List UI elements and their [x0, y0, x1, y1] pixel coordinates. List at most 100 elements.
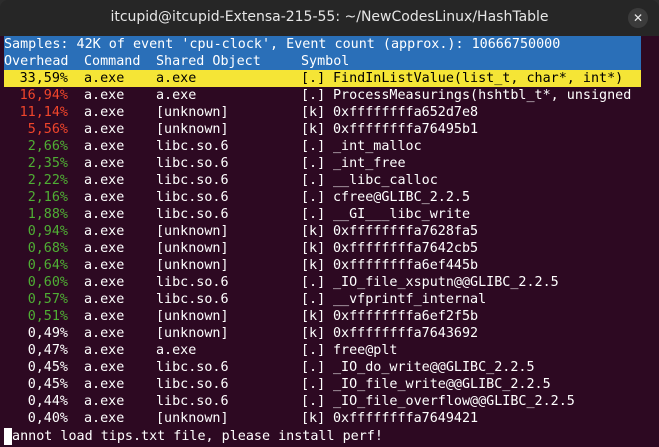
shared-object-cell: libc.so.6 [156, 173, 229, 188]
mode-cell: [k] [301, 309, 326, 324]
mode-cell: [k] [301, 122, 326, 137]
overhead-cell: 11,14% [19, 105, 68, 120]
shared-object-cell: a.exe [156, 88, 197, 103]
overhead-cell: 0,45% [27, 360, 68, 375]
shared-object-cell: libc.so.6 [156, 139, 229, 154]
command-cell: a.exe [84, 139, 125, 154]
table-row[interactable]: 2,22% a.exe libc.so.6 [.] __libc_calloc [4, 172, 641, 189]
shared-object-cell: libc.so.6 [156, 156, 229, 171]
command-cell: a.exe [84, 377, 125, 392]
table-row[interactable]: 33,59% a.exe a.exe [.] FindInListValue(list_… [4, 70, 641, 87]
mode-cell: [.] [301, 360, 326, 375]
command-cell: a.exe [84, 326, 125, 341]
symbol-cell: cfree@GLIBC_2.2.5 [333, 190, 471, 205]
overhead-cell: 0,44% [27, 394, 68, 409]
overhead-cell: 0,40% [27, 411, 68, 426]
command-cell: a.exe [84, 190, 125, 205]
mode-cell: [.] [301, 71, 326, 86]
close-button[interactable]: ✕ [628, 8, 648, 28]
command-cell: a.exe [84, 275, 125, 290]
table-row[interactable]: 16,94% a.exe a.exe [.] ProcessMeasurings(hsh… [4, 87, 641, 104]
mode-cell: [.] [301, 173, 326, 188]
overhead-cell: 0,68% [27, 241, 68, 256]
table-row[interactable]: 0,47% a.exe a.exe [.] free@plt [4, 342, 641, 359]
command-cell: a.exe [84, 394, 125, 409]
overhead-cell: 1,88% [27, 207, 68, 222]
shared-object-cell: a.exe [156, 343, 197, 358]
overhead-cell: 33,59% [19, 71, 68, 86]
overhead-cell: 16,94% [19, 88, 68, 103]
shared-object-cell: libc.so.6 [156, 360, 229, 375]
shared-object-cell: a.exe [156, 71, 197, 86]
column-symbol: Symbol [301, 54, 350, 69]
symbol-cell: FindInListValue(list_t, char*, int*) [333, 71, 624, 86]
mode-cell: [.] [301, 343, 326, 358]
mode-cell: [k] [301, 326, 326, 341]
table-row[interactable]: 0,57% a.exe libc.so.6 [.] __vfprintf_interna… [4, 291, 641, 308]
overhead-cell: 0,64% [27, 258, 68, 273]
title-bar: itcupid@itcupid-Extensa-215-55: ~/NewCod… [0, 0, 659, 36]
overhead-cell: 0,51% [27, 309, 68, 324]
command-cell: a.exe [84, 292, 125, 307]
overhead-cell: 2,16% [27, 190, 68, 205]
command-cell: a.exe [84, 241, 125, 256]
symbol-cell: 0xffffffffa7628fa5 [333, 224, 479, 239]
table-row[interactable]: 0,45% a.exe libc.so.6 [.] _IO_file_write@@GL… [4, 376, 641, 393]
command-cell: a.exe [84, 411, 125, 426]
table-row[interactable]: 0,60% a.exe libc.so.6 [.] _IO_file_xsputn@@G… [4, 274, 641, 291]
column-command: Command [84, 54, 141, 69]
symbol-cell: _int_free [333, 156, 406, 171]
perf-report-view[interactable]: Samples: 42K of event 'cpu-clock', Event… [0, 36, 659, 447]
table-row[interactable]: 0,51% a.exe [unknown] [k] 0xffffffffa6ef2f5b [4, 308, 641, 325]
table-row[interactable]: 0,40% a.exe [unknown] [k] 0xffffffffa7649421 [4, 410, 641, 427]
symbol-cell: ProcessMeasurings(hshtbl_t*, unsigned [333, 88, 632, 103]
overhead-cell: 5,56% [27, 122, 68, 137]
table-row[interactable]: 1,88% a.exe libc.so.6 [.] __GI___libc_write [4, 206, 641, 223]
shared-object-cell: [unknown] [156, 241, 229, 256]
mode-cell: [.] [301, 292, 326, 307]
shared-object-cell: [unknown] [156, 122, 229, 137]
symbol-cell: _IO_do_write@@GLIBC_2.2.5 [333, 360, 535, 375]
overhead-cell: 2,22% [27, 173, 68, 188]
table-row[interactable]: 11,14% a.exe [unknown] [k] 0xffffffffa652d7e… [4, 104, 641, 121]
table-row[interactable]: 2,16% a.exe libc.so.6 [.] cfree@GLIBC_2.2.5 [4, 189, 641, 206]
command-cell: a.exe [84, 71, 125, 86]
symbol-cell: 0xffffffffa6ef445b [333, 258, 479, 273]
overhead-cell: 0,45% [27, 377, 68, 392]
mode-cell: [.] [301, 207, 326, 222]
symbol-cell: 0xffffffffa7642cb5 [333, 241, 479, 256]
overhead-cell: 0,47% [27, 343, 68, 358]
window-title: itcupid@itcupid-Extensa-215-55: ~/NewCod… [110, 9, 549, 25]
symbol-cell: _IO_file_overflow@@GLIBC_2.2.5 [333, 394, 575, 409]
terminal-window: itcupid@itcupid-Extensa-215-55: ~/NewCod… [0, 0, 659, 447]
table-row[interactable]: 0,94% a.exe [unknown] [k] 0xffffffffa7628fa5 [4, 223, 641, 240]
table-row[interactable]: 0,68% a.exe [unknown] [k] 0xffffffffa7642cb5 [4, 240, 641, 257]
shared-object-cell: libc.so.6 [156, 190, 229, 205]
command-cell: a.exe [84, 309, 125, 324]
mode-cell: [k] [301, 224, 326, 239]
symbol-cell: 0xffffffffa652d7e8 [333, 105, 479, 120]
overhead-cell: 2,35% [27, 156, 68, 171]
table-row[interactable]: 0,45% a.exe libc.so.6 [.] _IO_do_write@@GLIB… [4, 359, 641, 376]
command-cell: a.exe [84, 156, 125, 171]
mode-cell: [.] [301, 377, 326, 392]
scrollbar[interactable] [645, 36, 655, 436]
column-overhead: Overhead [4, 54, 69, 69]
command-cell: a.exe [84, 258, 125, 273]
table-row[interactable]: 2,66% a.exe libc.so.6 [.] _int_malloc [4, 138, 641, 155]
mode-cell: [k] [301, 411, 326, 426]
symbol-cell: free@plt [333, 343, 398, 358]
column-header-row: Overhead Command Shared Object Symbol [4, 53, 641, 70]
symbol-cell: 0xffffffffa7643692 [333, 326, 479, 341]
table-row[interactable]: 0,64% a.exe [unknown] [k] 0xffffffffa6ef445b [4, 257, 641, 274]
command-cell: a.exe [84, 360, 125, 375]
table-row[interactable]: 0,49% a.exe [unknown] [k] 0xffffffffa7643692 [4, 325, 641, 342]
table-row[interactable]: 0,44% a.exe libc.so.6 [.] _IO_file_overflow@… [4, 393, 641, 410]
samples-summary: Samples: 42K of event 'cpu-clock', Event… [4, 37, 561, 52]
shared-object-cell: [unknown] [156, 105, 229, 120]
command-cell: a.exe [84, 122, 125, 137]
shared-object-cell: libc.so.6 [156, 377, 229, 392]
table-row[interactable]: 5,56% a.exe [unknown] [k] 0xffffffffa76495b1 [4, 121, 641, 138]
shared-object-cell: libc.so.6 [156, 292, 229, 307]
table-row[interactable]: 2,35% a.exe libc.so.6 [.] _int_free [4, 155, 641, 172]
